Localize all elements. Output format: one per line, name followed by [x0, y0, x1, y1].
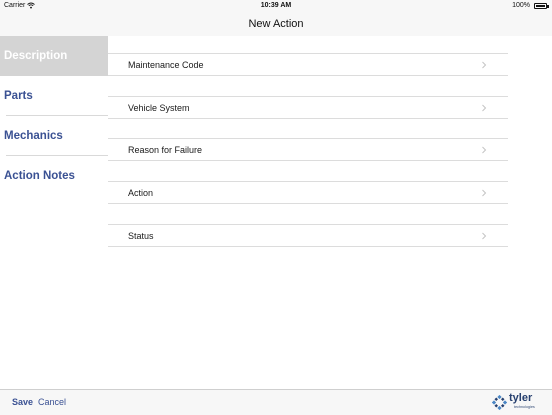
row-label: Action: [128, 188, 154, 198]
chevron-right-icon: [482, 146, 487, 154]
sidebar-item-label: Mechanics: [4, 130, 63, 142]
sidebar-item-label: Action Notes: [4, 170, 75, 182]
sidebar: Description Parts Mechanics Action Notes: [0, 36, 108, 388]
status-bar: Carrier 10:39 AM 100%: [0, 0, 552, 12]
reason-for-failure-row[interactable]: Reason for Failure: [108, 138, 508, 161]
row-label: Status: [128, 231, 154, 241]
battery-percent: 100%: [512, 2, 530, 9]
chevron-right-icon: [482, 232, 487, 240]
sidebar-item-label: Parts: [4, 90, 33, 102]
chevron-right-icon: [482, 189, 487, 197]
chevron-right-icon: [482, 104, 487, 112]
logo-wordmark: tyler: [509, 392, 533, 404]
status-row[interactable]: Status: [108, 224, 508, 247]
save-button[interactable]: Save: [12, 390, 33, 414]
row-label: Maintenance Code: [128, 60, 204, 70]
tyler-logo: tyler technologies: [492, 392, 540, 412]
status-time: 10:39 AM: [260, 2, 292, 9]
chevron-right-icon: [482, 61, 487, 69]
action-row[interactable]: Action: [108, 181, 508, 204]
cancel-button[interactable]: Cancel: [38, 390, 66, 414]
sidebar-item-action-notes[interactable]: Action Notes: [0, 156, 108, 196]
battery-icon: [534, 3, 547, 9]
bottom-toolbar: Save Cancel tyler technologies: [0, 389, 552, 415]
sidebar-item-description[interactable]: Description: [0, 36, 108, 76]
action-form: Maintenance Code Vehicle System Reason f…: [108, 36, 508, 388]
navigation-bar: New Action: [0, 12, 552, 37]
row-label: Vehicle System: [128, 103, 190, 113]
sidebar-item-label: Description: [4, 50, 68, 62]
logo-subtitle: technologies: [514, 405, 535, 409]
battery-tip: [547, 5, 549, 8]
maintenance-code-row[interactable]: Maintenance Code: [108, 53, 508, 76]
sidebar-item-mechanics[interactable]: Mechanics: [0, 116, 108, 156]
vehicle-system-row[interactable]: Vehicle System: [108, 96, 508, 119]
page-title: New Action: [248, 18, 304, 30]
right-gutter: [508, 36, 552, 388]
row-label: Reason for Failure: [128, 145, 203, 155]
tyler-logo-icon: [492, 395, 507, 410]
sidebar-item-parts[interactable]: Parts: [0, 76, 108, 116]
